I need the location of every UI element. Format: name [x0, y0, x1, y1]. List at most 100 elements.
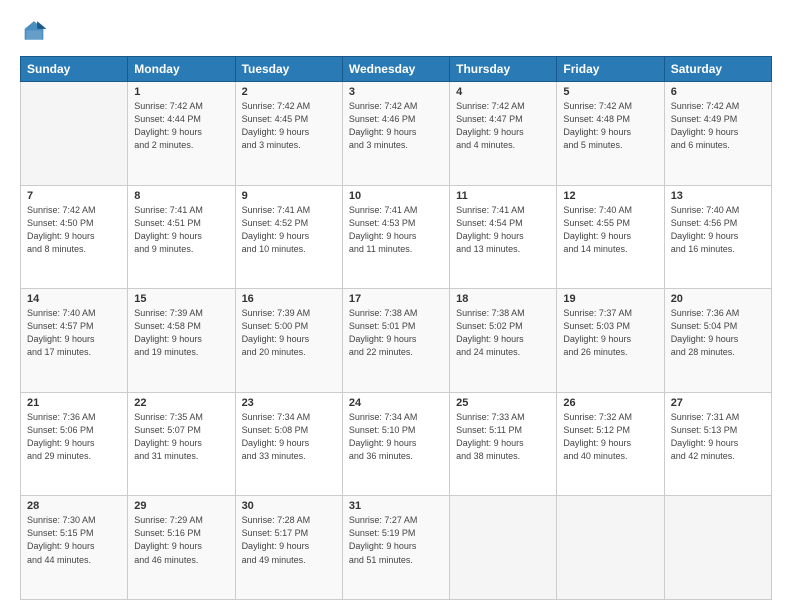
day-info: Sunrise: 7:35 AMSunset: 5:07 PMDaylight:…: [134, 411, 228, 463]
day-cell: 2Sunrise: 7:42 AMSunset: 4:45 PMDaylight…: [235, 82, 342, 186]
weekday-header-row: SundayMondayTuesdayWednesdayThursdayFrid…: [21, 57, 772, 82]
day-number: 26: [563, 397, 657, 409]
day-cell: 22 Sunrise: 7:35 AMSunset: 5:07 PMDayligh…: [128, 392, 235, 496]
day-number: 6: [671, 86, 765, 98]
day-cell: 27 Sunrise: 7:31 AMSunset: 5:13 PMDayligh…: [664, 392, 771, 496]
day-number: 18: [456, 293, 550, 305]
day-number: 9: [242, 190, 336, 202]
day-number: 27: [671, 397, 765, 409]
day-info: Sunrise: 7:41 AMSunset: 4:53 PMDaylight:…: [349, 204, 443, 256]
day-number: 12: [563, 190, 657, 202]
day-number: 7: [27, 190, 121, 202]
day-info: Sunrise: 7:27 AMSunset: 5:19 PMDaylight:…: [349, 514, 443, 566]
day-number: 29: [134, 500, 228, 512]
week-row-5: 28 Sunrise: 7:30 AMSunset: 5:15 PMDayligh…: [21, 496, 772, 600]
day-cell: [557, 496, 664, 600]
day-number: 25: [456, 397, 550, 409]
day-info: Sunrise: 7:29 AMSunset: 5:16 PMDaylight:…: [134, 514, 228, 566]
day-info: Sunrise: 7:40 AMSunset: 4:56 PMDaylight:…: [671, 204, 765, 256]
day-info: Sunrise: 7:36 AMSunset: 5:06 PMDaylight:…: [27, 411, 121, 463]
weekday-wednesday: Wednesday: [342, 57, 449, 82]
day-cell: [664, 496, 771, 600]
day-info: Sunrise: 7:40 AMSunset: 4:55 PMDaylight:…: [563, 204, 657, 256]
day-info: Sunrise: 7:42 AMSunset: 4:44 PMDaylight:…: [134, 100, 228, 152]
day-number: 3: [349, 86, 443, 98]
day-cell: 23 Sunrise: 7:34 AMSunset: 5:08 PMDayligh…: [235, 392, 342, 496]
day-cell: 10 Sunrise: 7:41 AMSunset: 4:53 PMDayligh…: [342, 185, 449, 289]
day-info: Sunrise: 7:38 AMSunset: 5:01 PMDaylight:…: [349, 307, 443, 359]
day-cell: 19 Sunrise: 7:37 AMSunset: 5:03 PMDayligh…: [557, 289, 664, 393]
logo-icon: [20, 18, 48, 46]
day-cell: 20 Sunrise: 7:36 AMSunset: 5:04 PMDayligh…: [664, 289, 771, 393]
weekday-sunday: Sunday: [21, 57, 128, 82]
logo: [20, 18, 52, 46]
day-number: 11: [456, 190, 550, 202]
day-cell: 30Sunrise: 7:28 AMSunset: 5:17 PMDayligh…: [235, 496, 342, 600]
day-info: Sunrise: 7:42 AMSunset: 4:48 PMDaylight:…: [563, 100, 657, 152]
week-row-1: 1 Sunrise: 7:42 AMSunset: 4:44 PMDaylight…: [21, 82, 772, 186]
day-cell: 24 Sunrise: 7:34 AMSunset: 5:10 PMDayligh…: [342, 392, 449, 496]
day-info: Sunrise: 7:32 AMSunset: 5:12 PMDaylight:…: [563, 411, 657, 463]
day-cell: 4Sunrise: 7:42 AMSunset: 4:47 PMDaylight…: [450, 82, 557, 186]
day-info: Sunrise: 7:42 AMSunset: 4:46 PMDaylight:…: [349, 100, 443, 152]
day-number: 28: [27, 500, 121, 512]
day-number: 16: [242, 293, 336, 305]
day-cell: 1 Sunrise: 7:42 AMSunset: 4:44 PMDaylight…: [128, 82, 235, 186]
weekday-friday: Friday: [557, 57, 664, 82]
day-cell: 26 Sunrise: 7:32 AMSunset: 5:12 PMDayligh…: [557, 392, 664, 496]
day-number: 15: [134, 293, 228, 305]
day-number: 21: [27, 397, 121, 409]
day-cell: 31 Sunrise: 7:27 AMSunset: 5:19 PMDayligh…: [342, 496, 449, 600]
day-cell: 8Sunrise: 7:41 AMSunset: 4:51 PMDaylight…: [128, 185, 235, 289]
day-info: Sunrise: 7:36 AMSunset: 5:04 PMDaylight:…: [671, 307, 765, 359]
day-info: Sunrise: 7:38 AMSunset: 5:02 PMDaylight:…: [456, 307, 550, 359]
header: [20, 18, 772, 46]
day-cell: 9 Sunrise: 7:41 AMSunset: 4:52 PMDaylight…: [235, 185, 342, 289]
day-cell: 15 Sunrise: 7:39 AMSunset: 4:58 PMDayligh…: [128, 289, 235, 393]
day-info: Sunrise: 7:39 AMSunset: 4:58 PMDaylight:…: [134, 307, 228, 359]
day-info: Sunrise: 7:41 AMSunset: 4:54 PMDaylight:…: [456, 204, 550, 256]
day-cell: 6 Sunrise: 7:42 AMSunset: 4:49 PMDaylight…: [664, 82, 771, 186]
day-info: Sunrise: 7:42 AMSunset: 4:50 PMDaylight:…: [27, 204, 121, 256]
day-info: Sunrise: 7:34 AMSunset: 5:08 PMDaylight:…: [242, 411, 336, 463]
day-cell: 3 Sunrise: 7:42 AMSunset: 4:46 PMDaylight…: [342, 82, 449, 186]
day-info: Sunrise: 7:42 AMSunset: 4:47 PMDaylight:…: [456, 100, 550, 152]
week-row-2: 7 Sunrise: 7:42 AMSunset: 4:50 PMDaylight…: [21, 185, 772, 289]
day-number: 5: [563, 86, 657, 98]
day-cell: 5 Sunrise: 7:42 AMSunset: 4:48 PMDaylight…: [557, 82, 664, 186]
day-cell: 17Sunrise: 7:38 AMSunset: 5:01 PMDayligh…: [342, 289, 449, 393]
day-cell: 12 Sunrise: 7:40 AMSunset: 4:55 PMDayligh…: [557, 185, 664, 289]
day-info: Sunrise: 7:37 AMSunset: 5:03 PMDaylight:…: [563, 307, 657, 359]
day-cell: 13Sunrise: 7:40 AMSunset: 4:56 PMDayligh…: [664, 185, 771, 289]
day-cell: [21, 82, 128, 186]
day-cell: 7 Sunrise: 7:42 AMSunset: 4:50 PMDaylight…: [21, 185, 128, 289]
day-number: 14: [27, 293, 121, 305]
day-cell: 14Sunrise: 7:40 AMSunset: 4:57 PMDayligh…: [21, 289, 128, 393]
day-info: Sunrise: 7:41 AMSunset: 4:52 PMDaylight:…: [242, 204, 336, 256]
calendar-table: SundayMondayTuesdayWednesdayThursdayFrid…: [20, 56, 772, 600]
day-info: Sunrise: 7:42 AMSunset: 4:45 PMDaylight:…: [242, 100, 336, 152]
weekday-tuesday: Tuesday: [235, 57, 342, 82]
day-number: 23: [242, 397, 336, 409]
day-number: 10: [349, 190, 443, 202]
day-cell: 18 Sunrise: 7:38 AMSunset: 5:02 PMDayligh…: [450, 289, 557, 393]
day-info: Sunrise: 7:34 AMSunset: 5:10 PMDaylight:…: [349, 411, 443, 463]
day-number: 8: [134, 190, 228, 202]
day-cell: 28 Sunrise: 7:30 AMSunset: 5:15 PMDayligh…: [21, 496, 128, 600]
day-number: 22: [134, 397, 228, 409]
day-number: 24: [349, 397, 443, 409]
day-number: 1: [134, 86, 228, 98]
week-row-3: 14Sunrise: 7:40 AMSunset: 4:57 PMDayligh…: [21, 289, 772, 393]
day-info: Sunrise: 7:31 AMSunset: 5:13 PMDaylight:…: [671, 411, 765, 463]
weekday-monday: Monday: [128, 57, 235, 82]
day-info: Sunrise: 7:39 AMSunset: 5:00 PMDaylight:…: [242, 307, 336, 359]
day-info: Sunrise: 7:42 AMSunset: 4:49 PMDaylight:…: [671, 100, 765, 152]
day-cell: 25Sunrise: 7:33 AMSunset: 5:11 PMDayligh…: [450, 392, 557, 496]
day-cell: 16 Sunrise: 7:39 AMSunset: 5:00 PMDayligh…: [235, 289, 342, 393]
day-number: 20: [671, 293, 765, 305]
day-number: 19: [563, 293, 657, 305]
week-row-4: 21 Sunrise: 7:36 AMSunset: 5:06 PMDayligh…: [21, 392, 772, 496]
day-number: 31: [349, 500, 443, 512]
day-info: Sunrise: 7:30 AMSunset: 5:15 PMDaylight:…: [27, 514, 121, 566]
weekday-thursday: Thursday: [450, 57, 557, 82]
